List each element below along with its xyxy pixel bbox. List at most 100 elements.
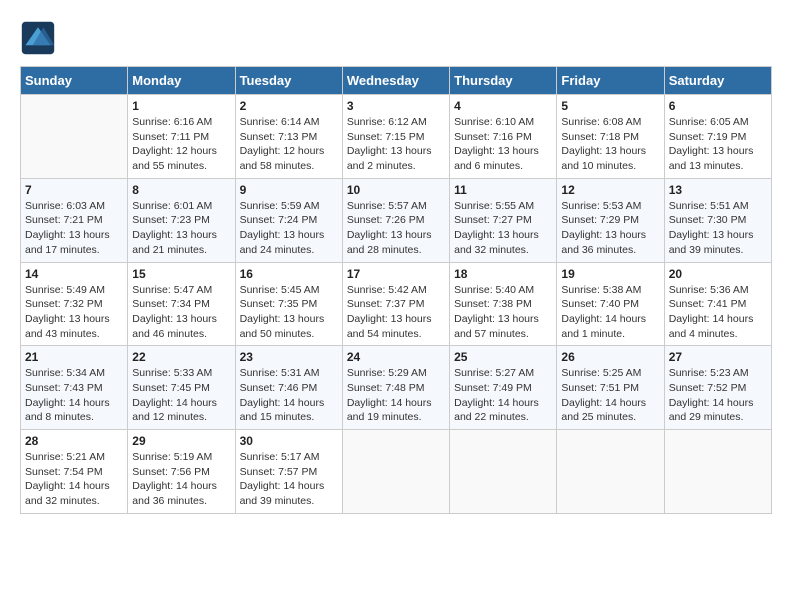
calendar-cell bbox=[450, 430, 557, 514]
calendar-cell: 21 Sunrise: 5:34 AM Sunset: 7:43 PM Dayli… bbox=[21, 346, 128, 430]
day-number: 25 bbox=[454, 350, 552, 364]
calendar-cell bbox=[21, 95, 128, 179]
day-info: Sunrise: 6:12 AM Sunset: 7:15 PM Dayligh… bbox=[347, 115, 445, 174]
day-info: Sunrise: 6:01 AM Sunset: 7:23 PM Dayligh… bbox=[132, 199, 230, 258]
day-info: Sunrise: 5:17 AM Sunset: 7:57 PM Dayligh… bbox=[240, 450, 338, 509]
day-number: 28 bbox=[25, 434, 123, 448]
day-number: 8 bbox=[132, 183, 230, 197]
day-info: Sunrise: 5:33 AM Sunset: 7:45 PM Dayligh… bbox=[132, 366, 230, 425]
calendar-cell: 4 Sunrise: 6:10 AM Sunset: 7:16 PM Daylig… bbox=[450, 95, 557, 179]
calendar-cell: 12 Sunrise: 5:53 AM Sunset: 7:29 PM Dayli… bbox=[557, 178, 664, 262]
header-day-friday: Friday bbox=[557, 67, 664, 95]
header-day-sunday: Sunday bbox=[21, 67, 128, 95]
day-number: 27 bbox=[669, 350, 767, 364]
day-number: 19 bbox=[561, 267, 659, 281]
day-info: Sunrise: 5:55 AM Sunset: 7:27 PM Dayligh… bbox=[454, 199, 552, 258]
day-number: 5 bbox=[561, 99, 659, 113]
calendar-cell: 2 Sunrise: 6:14 AM Sunset: 7:13 PM Daylig… bbox=[235, 95, 342, 179]
calendar-cell bbox=[664, 430, 771, 514]
day-number: 10 bbox=[347, 183, 445, 197]
day-info: Sunrise: 5:49 AM Sunset: 7:32 PM Dayligh… bbox=[25, 283, 123, 342]
header-day-tuesday: Tuesday bbox=[235, 67, 342, 95]
day-info: Sunrise: 5:34 AM Sunset: 7:43 PM Dayligh… bbox=[25, 366, 123, 425]
day-info: Sunrise: 5:42 AM Sunset: 7:37 PM Dayligh… bbox=[347, 283, 445, 342]
day-info: Sunrise: 5:27 AM Sunset: 7:49 PM Dayligh… bbox=[454, 366, 552, 425]
calendar-cell bbox=[342, 430, 449, 514]
logo-icon bbox=[20, 20, 56, 56]
day-info: Sunrise: 5:47 AM Sunset: 7:34 PM Dayligh… bbox=[132, 283, 230, 342]
page-header bbox=[20, 20, 772, 56]
calendar-cell: 3 Sunrise: 6:12 AM Sunset: 7:15 PM Daylig… bbox=[342, 95, 449, 179]
calendar-cell: 24 Sunrise: 5:29 AM Sunset: 7:48 PM Dayli… bbox=[342, 346, 449, 430]
week-row-4: 21 Sunrise: 5:34 AM Sunset: 7:43 PM Dayli… bbox=[21, 346, 772, 430]
day-info: Sunrise: 5:45 AM Sunset: 7:35 PM Dayligh… bbox=[240, 283, 338, 342]
day-number: 16 bbox=[240, 267, 338, 281]
day-info: Sunrise: 5:53 AM Sunset: 7:29 PM Dayligh… bbox=[561, 199, 659, 258]
calendar-cell: 27 Sunrise: 5:23 AM Sunset: 7:52 PM Dayli… bbox=[664, 346, 771, 430]
day-info: Sunrise: 6:16 AM Sunset: 7:11 PM Dayligh… bbox=[132, 115, 230, 174]
calendar-cell: 19 Sunrise: 5:38 AM Sunset: 7:40 PM Dayli… bbox=[557, 262, 664, 346]
day-info: Sunrise: 5:29 AM Sunset: 7:48 PM Dayligh… bbox=[347, 366, 445, 425]
logo bbox=[20, 20, 60, 56]
day-info: Sunrise: 5:23 AM Sunset: 7:52 PM Dayligh… bbox=[669, 366, 767, 425]
day-number: 23 bbox=[240, 350, 338, 364]
header-day-thursday: Thursday bbox=[450, 67, 557, 95]
day-info: Sunrise: 5:19 AM Sunset: 7:56 PM Dayligh… bbox=[132, 450, 230, 509]
day-number: 11 bbox=[454, 183, 552, 197]
day-info: Sunrise: 5:57 AM Sunset: 7:26 PM Dayligh… bbox=[347, 199, 445, 258]
day-number: 30 bbox=[240, 434, 338, 448]
day-number: 12 bbox=[561, 183, 659, 197]
day-number: 6 bbox=[669, 99, 767, 113]
calendar-cell: 15 Sunrise: 5:47 AM Sunset: 7:34 PM Dayli… bbox=[128, 262, 235, 346]
calendar-cell: 9Sunrise: 5:59 AM Sunset: 7:24 PM Daylig… bbox=[235, 178, 342, 262]
day-info: Sunrise: 6:03 AM Sunset: 7:21 PM Dayligh… bbox=[25, 199, 123, 258]
day-info: Sunrise: 5:51 AM Sunset: 7:30 PM Dayligh… bbox=[669, 199, 767, 258]
calendar-cell: 30 Sunrise: 5:17 AM Sunset: 7:57 PM Dayli… bbox=[235, 430, 342, 514]
calendar-cell: 23Sunrise: 5:31 AM Sunset: 7:46 PM Dayli… bbox=[235, 346, 342, 430]
week-row-5: 28 Sunrise: 5:21 AM Sunset: 7:54 PM Dayli… bbox=[21, 430, 772, 514]
week-row-2: 7 Sunrise: 6:03 AM Sunset: 7:21 PM Daylig… bbox=[21, 178, 772, 262]
day-number: 26 bbox=[561, 350, 659, 364]
day-number: 1 bbox=[132, 99, 230, 113]
calendar-cell: 26 Sunrise: 5:25 AM Sunset: 7:51 PM Dayli… bbox=[557, 346, 664, 430]
calendar-cell: 11 Sunrise: 5:55 AM Sunset: 7:27 PM Dayli… bbox=[450, 178, 557, 262]
calendar-table: SundayMondayTuesdayWednesdayThursdayFrid… bbox=[20, 66, 772, 514]
calendar-cell: 22Sunrise: 5:33 AM Sunset: 7:45 PM Dayli… bbox=[128, 346, 235, 430]
week-row-3: 14 Sunrise: 5:49 AM Sunset: 7:32 PM Dayli… bbox=[21, 262, 772, 346]
calendar-cell: 6Sunrise: 6:05 AM Sunset: 7:19 PM Daylig… bbox=[664, 95, 771, 179]
day-info: Sunrise: 5:25 AM Sunset: 7:51 PM Dayligh… bbox=[561, 366, 659, 425]
calendar-cell: 17 Sunrise: 5:42 AM Sunset: 7:37 PM Dayli… bbox=[342, 262, 449, 346]
calendar-cell: 20 Sunrise: 5:36 AM Sunset: 7:41 PM Dayli… bbox=[664, 262, 771, 346]
day-number: 14 bbox=[25, 267, 123, 281]
calendar-cell: 1 Sunrise: 6:16 AM Sunset: 7:11 PM Daylig… bbox=[128, 95, 235, 179]
day-number: 24 bbox=[347, 350, 445, 364]
day-info: Sunrise: 6:08 AM Sunset: 7:18 PM Dayligh… bbox=[561, 115, 659, 174]
day-number: 7 bbox=[25, 183, 123, 197]
day-info: Sunrise: 5:40 AM Sunset: 7:38 PM Dayligh… bbox=[454, 283, 552, 342]
calendar-cell bbox=[557, 430, 664, 514]
day-number: 20 bbox=[669, 267, 767, 281]
calendar-cell: 16 Sunrise: 5:45 AM Sunset: 7:35 PM Dayli… bbox=[235, 262, 342, 346]
day-info: Sunrise: 6:10 AM Sunset: 7:16 PM Dayligh… bbox=[454, 115, 552, 174]
header-day-monday: Monday bbox=[128, 67, 235, 95]
day-number: 4 bbox=[454, 99, 552, 113]
day-number: 17 bbox=[347, 267, 445, 281]
day-info: Sunrise: 5:21 AM Sunset: 7:54 PM Dayligh… bbox=[25, 450, 123, 509]
header-day-saturday: Saturday bbox=[664, 67, 771, 95]
calendar-cell: 29Sunrise: 5:19 AM Sunset: 7:56 PM Dayli… bbox=[128, 430, 235, 514]
day-number: 15 bbox=[132, 267, 230, 281]
calendar-cell: 25 Sunrise: 5:27 AM Sunset: 7:49 PM Dayli… bbox=[450, 346, 557, 430]
calendar-cell: 10 Sunrise: 5:57 AM Sunset: 7:26 PM Dayli… bbox=[342, 178, 449, 262]
day-number: 2 bbox=[240, 99, 338, 113]
header-day-wednesday: Wednesday bbox=[342, 67, 449, 95]
day-number: 21 bbox=[25, 350, 123, 364]
day-number: 18 bbox=[454, 267, 552, 281]
day-info: Sunrise: 5:59 AM Sunset: 7:24 PM Dayligh… bbox=[240, 199, 338, 258]
day-number: 3 bbox=[347, 99, 445, 113]
day-info: Sunrise: 5:36 AM Sunset: 7:41 PM Dayligh… bbox=[669, 283, 767, 342]
calendar-cell: 14 Sunrise: 5:49 AM Sunset: 7:32 PM Dayli… bbox=[21, 262, 128, 346]
day-info: Sunrise: 6:14 AM Sunset: 7:13 PM Dayligh… bbox=[240, 115, 338, 174]
day-info: Sunrise: 5:38 AM Sunset: 7:40 PM Dayligh… bbox=[561, 283, 659, 342]
calendar-cell: 13Sunrise: 5:51 AM Sunset: 7:30 PM Dayli… bbox=[664, 178, 771, 262]
calendar-cell: 18 Sunrise: 5:40 AM Sunset: 7:38 PM Dayli… bbox=[450, 262, 557, 346]
